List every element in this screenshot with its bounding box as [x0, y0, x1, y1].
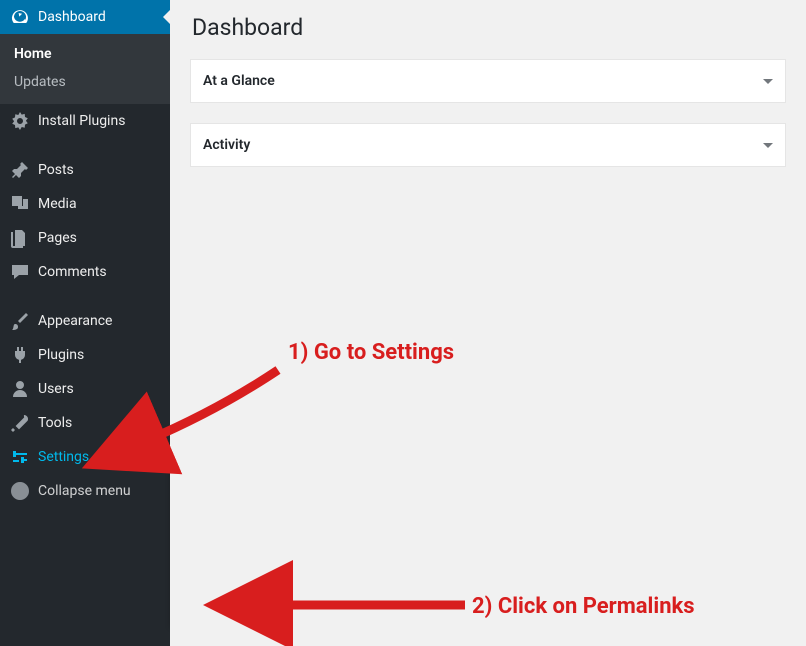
sidebar-item-users[interactable]: Users	[0, 372, 170, 406]
sidebar-item-label: Collapse menu	[38, 483, 131, 499]
main-content: Dashboard At a Glance Activity 1) Go to …	[170, 0, 806, 646]
sidebar-item-label: Settings	[38, 449, 89, 465]
admin-sidebar: Dashboard Home Updates Install Plugins P…	[0, 0, 170, 646]
sidebar-item-pages[interactable]: Pages	[0, 221, 170, 255]
dashboard-icon	[10, 7, 30, 27]
sidebar-item-install-plugins[interactable]: Install Plugins	[0, 104, 170, 138]
sidebar-item-label: Plugins	[38, 347, 84, 363]
user-icon	[10, 379, 30, 399]
sidebar-item-label: Users	[38, 381, 74, 397]
brush-icon	[10, 311, 30, 331]
sidebar-item-label: Posts	[38, 162, 74, 178]
wrench-icon	[10, 413, 30, 433]
chevron-down-icon[interactable]	[763, 79, 773, 84]
panel-title: At a Glance	[203, 73, 275, 89]
sidebar-item-settings[interactable]: Settings	[0, 440, 170, 474]
sidebar-item-plugins[interactable]: Plugins	[0, 338, 170, 372]
sidebar-item-comments[interactable]: Comments	[0, 255, 170, 289]
panel-title: Activity	[203, 137, 250, 153]
panel-at-a-glance[interactable]: At a Glance	[190, 59, 786, 103]
page-title: Dashboard	[190, 0, 786, 59]
sidebar-item-media[interactable]: Media	[0, 187, 170, 221]
sidebar-item-posts[interactable]: Posts	[0, 153, 170, 187]
menu-separator	[0, 143, 170, 148]
arrow-icon	[260, 590, 280, 610]
sidebar-item-label: Appearance	[38, 313, 112, 329]
sidebar-item-label: Install Plugins	[38, 113, 125, 129]
annotation-step2: 2) Click on Permalinks	[472, 594, 695, 619]
submenu-item-home[interactable]: Home	[0, 40, 170, 68]
pages-icon	[10, 228, 30, 248]
sidebar-item-collapse[interactable]: Collapse menu	[0, 474, 170, 508]
sidebar-item-appearance[interactable]: Appearance	[0, 304, 170, 338]
panel-activity[interactable]: Activity	[190, 123, 786, 167]
sidebar-item-label: Pages	[38, 230, 77, 246]
sidebar-item-dashboard[interactable]: Dashboard	[0, 0, 170, 34]
sidebar-item-tools[interactable]: Tools	[0, 406, 170, 440]
annotation-step1: 1) Go to Settings	[288, 340, 454, 365]
pin-icon	[10, 160, 30, 180]
sidebar-item-label: Comments	[38, 264, 107, 280]
collapse-icon	[10, 481, 30, 501]
comments-icon	[10, 262, 30, 282]
submenu-item-updates[interactable]: Updates	[0, 68, 170, 96]
gear-icon	[10, 111, 30, 131]
plug-icon	[10, 345, 30, 365]
sidebar-item-label: Dashboard	[38, 9, 106, 25]
sliders-icon	[10, 447, 30, 467]
menu-separator	[0, 294, 170, 299]
dashboard-submenu: Home Updates	[0, 34, 170, 104]
chevron-down-icon[interactable]	[763, 143, 773, 148]
sidebar-item-label: Tools	[38, 415, 72, 431]
media-icon	[10, 194, 30, 214]
sidebar-item-label: Media	[38, 196, 77, 212]
